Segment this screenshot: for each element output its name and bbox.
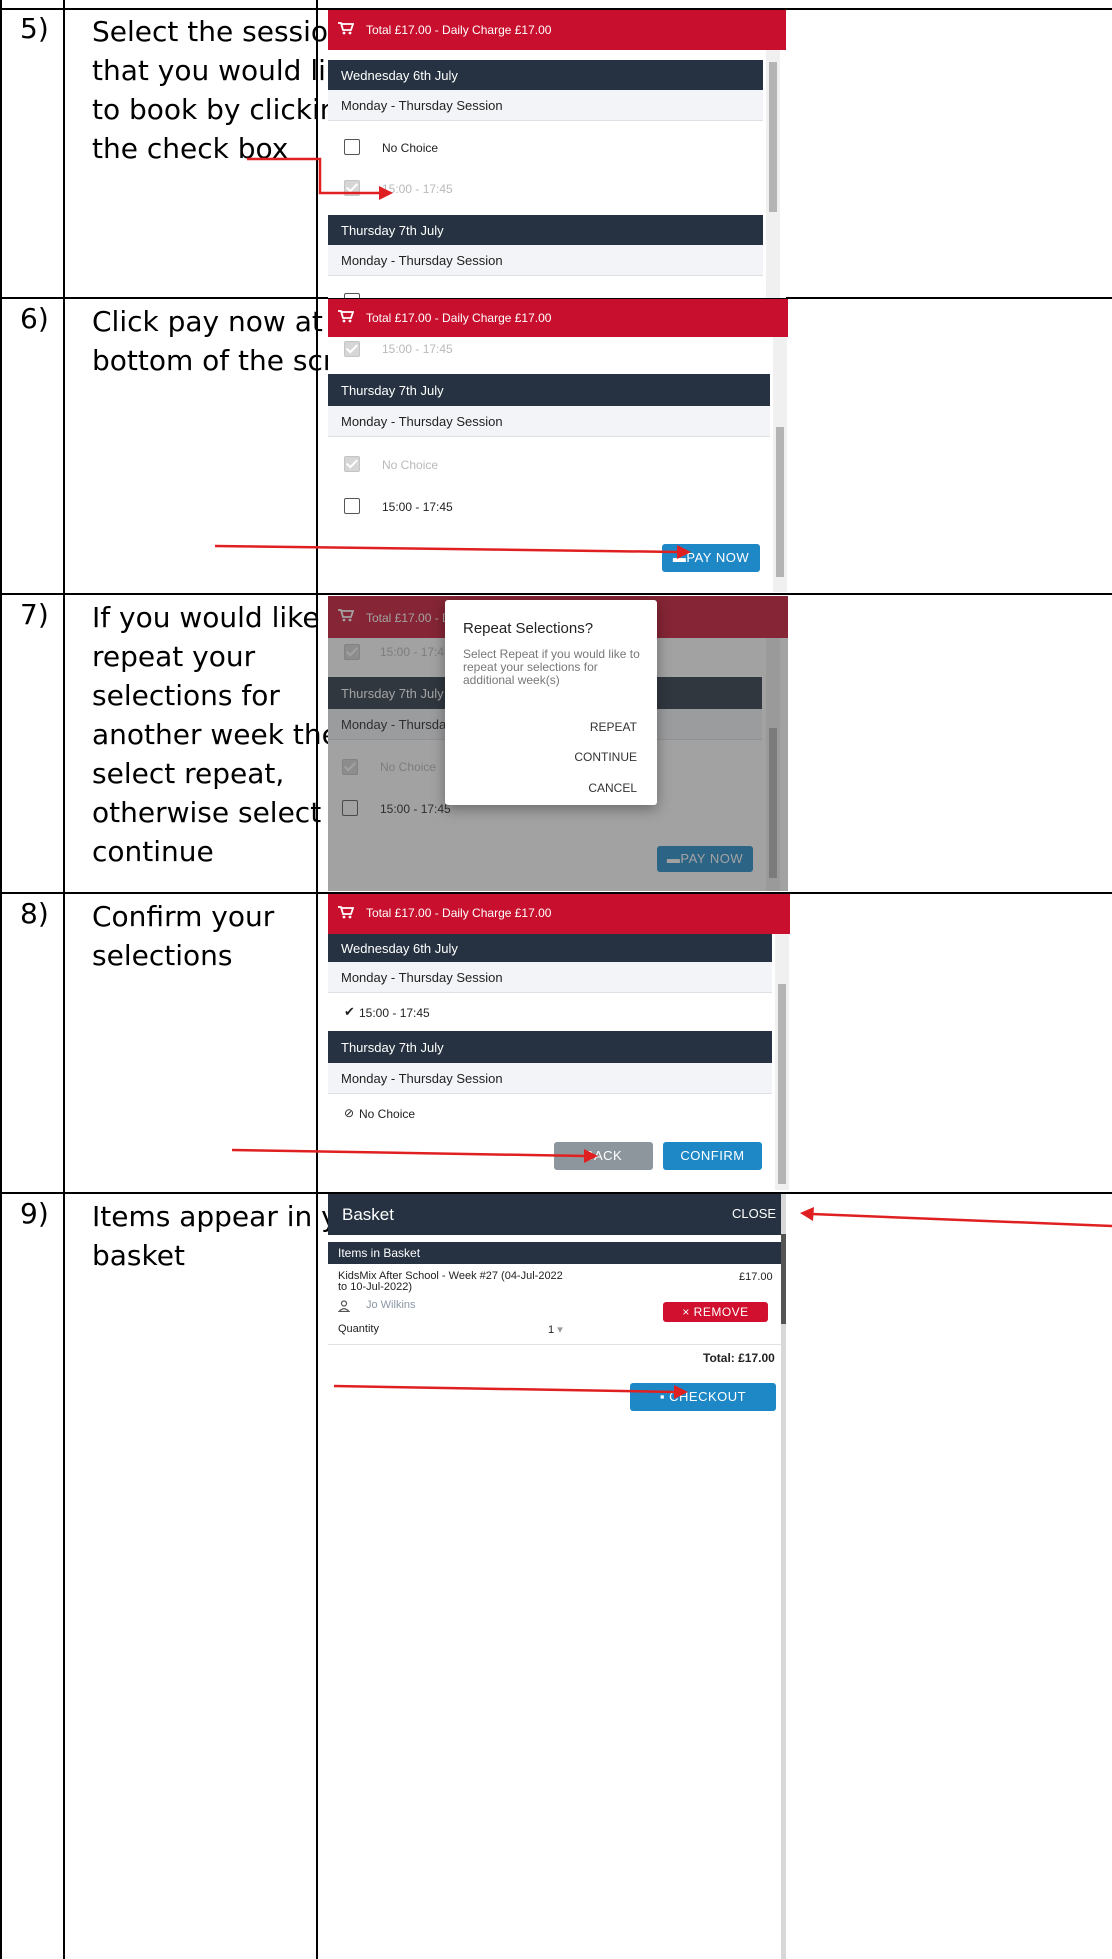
total-bar: Total £17.00 - Daily Charge £17.00 xyxy=(328,299,788,337)
total-bar: Total £17.00 - Daily Charge £17.00 xyxy=(328,894,790,934)
remove-button[interactable]: × REMOVE xyxy=(663,1302,768,1322)
check-mark-icon: ✔ xyxy=(344,1004,355,1019)
session-header: Monday - Thursday Session xyxy=(328,1063,772,1094)
pay-now-label: PAY NOW xyxy=(686,550,750,565)
arrow-indicator xyxy=(247,157,393,200)
selected-time: 15:00 - 17:45 xyxy=(359,1006,430,1020)
table-col-divider xyxy=(63,0,65,1959)
cart-icon xyxy=(338,22,354,35)
session-header: Monday - Thursday Session xyxy=(328,406,770,437)
option-label: 15:00 - 17:45 xyxy=(382,500,453,514)
day-header: Wednesday 6th July xyxy=(328,60,763,90)
dialog-body: Select Repeat if you would like to repea… xyxy=(463,647,640,687)
continue-button[interactable]: CONTINUE xyxy=(574,750,637,764)
person-icon xyxy=(338,1300,350,1312)
table-col-divider xyxy=(316,0,318,1959)
item-name: KidsMix After School - Week #27 (04-Jul-… xyxy=(338,1270,563,1293)
day-label: Thursday 7th July xyxy=(341,223,444,238)
scrollbar-thumb[interactable] xyxy=(778,984,786,1184)
repeat-button[interactable]: REPEAT xyxy=(590,720,637,734)
close-button[interactable]: CLOSE xyxy=(732,1206,776,1221)
cancel-button[interactable]: CANCEL xyxy=(588,781,637,795)
scrollbar[interactable] xyxy=(781,1194,786,1959)
session-label: Monday - Thursday Session xyxy=(341,970,503,985)
items-header-label: Items in Basket xyxy=(338,1246,421,1260)
session-header: Monday - Thursday Session xyxy=(328,90,763,121)
close-icon: × xyxy=(682,1305,694,1319)
scrollbar[interactable] xyxy=(773,337,787,592)
step-number: 7) xyxy=(20,598,49,631)
day-header: Thursday 7th July xyxy=(328,215,763,245)
day-label: Wednesday 6th July xyxy=(341,941,458,956)
day-label: Thursday 7th July xyxy=(341,1040,444,1055)
quantity-select[interactable]: 1 ▾ xyxy=(548,1323,563,1336)
arrow-indicator xyxy=(231,1148,598,1163)
option-label: No Choice xyxy=(382,458,439,472)
screenshot-repeat-dialog: Total £17.00 - Daily 15:00 - 17:45 Thurs… xyxy=(328,596,788,891)
checkbox-time-slot[interactable] xyxy=(344,341,360,357)
quantity-value: 1 xyxy=(548,1324,555,1336)
chevron-down-icon: ▾ xyxy=(557,1324,563,1336)
divider xyxy=(328,1344,783,1345)
items-header: Items in Basket xyxy=(328,1242,783,1264)
option-label: 15:00 - 17:45 xyxy=(382,342,453,356)
screenshot-basket: Basket CLOSE Items in Basket KidsMix Aft… xyxy=(328,1194,786,1959)
session-header: Monday - Thursday Session xyxy=(328,245,763,276)
scrollbar-thumb[interactable] xyxy=(769,62,777,212)
step-number: 8) xyxy=(20,897,49,930)
basket-total: Total: £17.00 xyxy=(703,1351,775,1365)
day-header: Thursday 7th July xyxy=(328,374,770,406)
total-text: Total £17.00 - Daily Charge £17.00 xyxy=(366,311,552,325)
checkbox[interactable] xyxy=(344,293,360,298)
session-label: Monday - Thursday Session xyxy=(341,253,503,268)
remove-label: REMOVE xyxy=(693,1305,749,1319)
step-number: 5) xyxy=(20,12,49,45)
basket-header: Basket CLOSE xyxy=(328,1194,786,1235)
confirm-button[interactable]: CONFIRM xyxy=(663,1142,762,1170)
dialog-title: Repeat Selections? xyxy=(463,620,594,637)
session-header: Monday - Thursday Session xyxy=(328,962,772,993)
person-name: Jo Wilkins xyxy=(366,1299,416,1311)
total-text: Total £17.00 - Daily Charge £17.00 xyxy=(366,23,552,37)
no-entry-icon: ⊘ xyxy=(344,1106,355,1120)
day-header: Wednesday 6th July xyxy=(328,934,772,962)
table-border-left xyxy=(0,0,2,1959)
item-price: £17.00 xyxy=(739,1271,773,1283)
arrow-indicator xyxy=(800,1207,1112,1228)
checkbox-time-slot[interactable] xyxy=(344,498,360,514)
basket-title: Basket xyxy=(342,1205,394,1224)
table-row-divider xyxy=(0,593,1112,595)
step-number: 6) xyxy=(20,302,49,335)
quantity-label: Quantity xyxy=(338,1323,379,1335)
step-number: 9) xyxy=(20,1197,49,1230)
session-label: Monday - Thursday Session xyxy=(341,414,503,429)
session-label: Monday - Thursday Session xyxy=(341,98,503,113)
cart-icon xyxy=(338,906,354,919)
day-header: Thursday 7th July xyxy=(328,1031,772,1063)
total-text: Total £17.00 - Daily Charge £17.00 xyxy=(366,906,552,920)
cart-icon xyxy=(338,310,354,323)
day-label: Thursday 7th July xyxy=(341,383,444,398)
arrow-indicator xyxy=(214,544,691,559)
arrow-indicator xyxy=(333,1384,688,1399)
scrollbar-thumb[interactable] xyxy=(781,1234,786,1324)
checkbox-no-choice[interactable] xyxy=(344,456,360,472)
scrollbar[interactable] xyxy=(775,934,789,1190)
scrollbar-thumb[interactable] xyxy=(776,427,784,577)
instruction-table: 5) Select the sessions that you would li… xyxy=(0,0,1112,1959)
selected-none: No Choice xyxy=(359,1107,416,1121)
scrollbar[interactable] xyxy=(766,50,780,298)
day-label: Wednesday 6th July xyxy=(341,68,458,83)
repeat-dialog: Repeat Selections? Select Repeat if you … xyxy=(445,600,657,805)
session-label: Monday - Thursday Session xyxy=(341,1071,503,1086)
total-bar: Total £17.00 - Daily Charge £17.00 xyxy=(328,10,786,50)
screenshot-select-sessions: Total £17.00 - Daily Charge £17.00 Wedne… xyxy=(328,10,786,298)
